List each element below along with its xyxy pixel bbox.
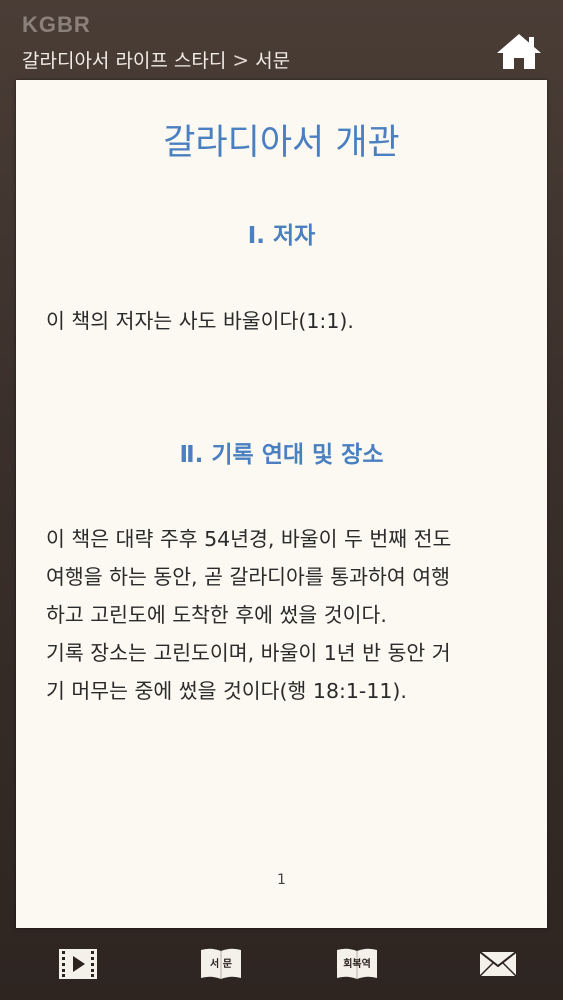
breadcrumb-current: 서문	[255, 50, 291, 72]
page-number: 1	[277, 872, 286, 888]
text-line: 기록 장소는 고린도이며, 바울이 1년 반 동안 거	[46, 641, 451, 665]
bottom-nav-bar: 서 문 회복역	[0, 928, 563, 1000]
book-icon: 서 문	[200, 947, 242, 981]
page-title: 갈라디아서 개관	[163, 123, 400, 163]
section-text-date-place: 이 책은 대략 주후 54년경, 바울이 두 번째 전도 여행을 하는 동안, …	[46, 520, 529, 710]
text-line: 이 책은 대략 주후 54년경, 바울이 두 번째 전도	[46, 527, 452, 551]
recovery-version-label: 회복역	[343, 959, 371, 970]
mail-icon	[479, 951, 517, 977]
breadcrumb-parent[interactable]: 갈라디아서 라이프 스타디	[22, 46, 226, 73]
text-line: 여행을 하는 동안, 곧 갈라디아를 통과하여 여행	[46, 565, 450, 589]
mail-button[interactable]	[476, 942, 520, 986]
preface-label: 서 문	[210, 959, 232, 970]
brand-logo: KGBR	[22, 12, 91, 37]
content-page: 갈라디아서 개관 Ⅰ. 저자 이 책의 저자는 사도 바울이다(1:1). Ⅱ.…	[16, 80, 547, 928]
section-heading-author: Ⅰ. 저자	[247, 223, 316, 249]
preface-button[interactable]: 서 문	[198, 942, 244, 986]
text-line: 기 머무는 중에 썼을 것이다(행 18:1-11).	[46, 679, 407, 703]
recovery-version-button[interactable]: 회복역	[334, 942, 380, 986]
home-button[interactable]	[495, 30, 543, 72]
video-button[interactable]	[56, 942, 100, 986]
text-line: 이 책의 저자는 사도 바울이다(1:1).	[46, 309, 354, 333]
section-text-author: 이 책의 저자는 사도 바울이다(1:1).	[46, 302, 529, 340]
play-video-icon	[59, 949, 97, 979]
breadcrumb: 갈라디아서 라이프 스타디 > 서문	[22, 46, 290, 73]
text-line: 하고 고린도에 도착한 후에 썼을 것이다.	[46, 603, 387, 627]
book-icon: 회복역	[336, 947, 378, 981]
breadcrumb-separator: >	[232, 47, 250, 72]
section-heading-date-place: Ⅱ. 기록 연대 및 장소	[179, 442, 384, 468]
home-icon	[497, 34, 541, 69]
